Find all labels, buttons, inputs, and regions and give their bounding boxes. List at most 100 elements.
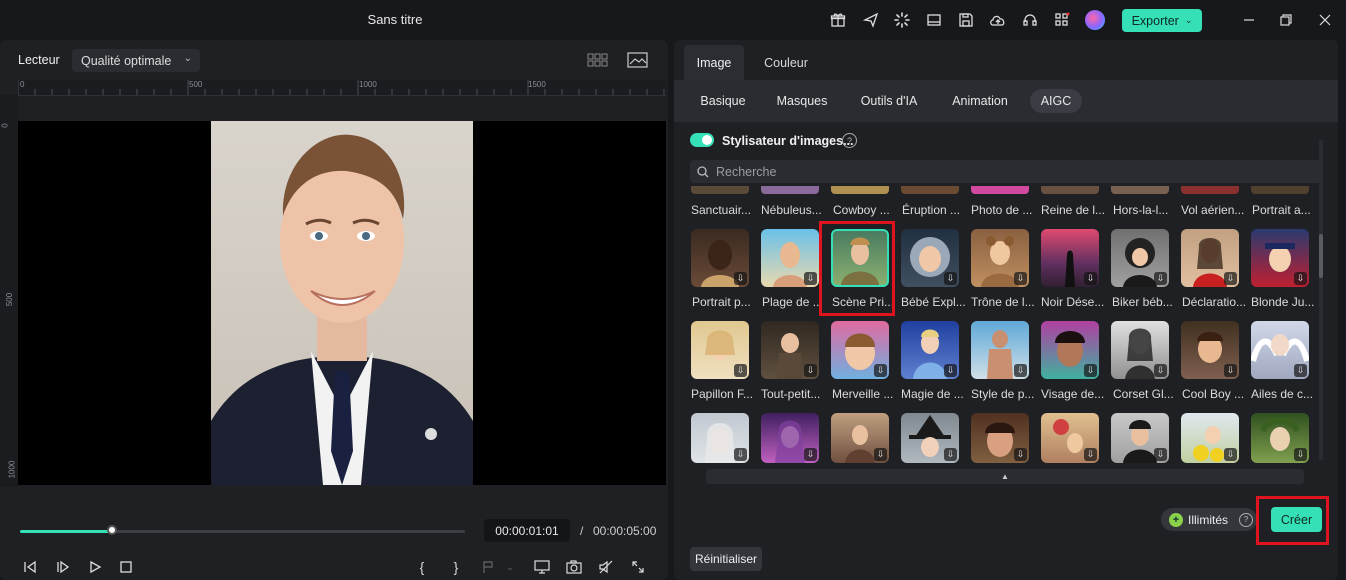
mute-icon[interactable] bbox=[596, 557, 616, 577]
apps-icon[interactable] bbox=[1052, 10, 1072, 30]
thumbnail-partial[interactable] bbox=[1041, 186, 1099, 194]
thumbnail-partial[interactable] bbox=[901, 186, 959, 194]
scrollbar-track[interactable] bbox=[1319, 140, 1323, 460]
style-thumbnail[interactable]: ⇩ bbox=[1111, 229, 1169, 287]
download-icon: ⇩ bbox=[1154, 448, 1167, 461]
player-label: Lecteur bbox=[18, 53, 60, 67]
thumbnail-partial[interactable] bbox=[1111, 186, 1169, 194]
headset-icon[interactable] bbox=[1020, 10, 1040, 30]
current-time[interactable]: 00:00:01:01 bbox=[484, 519, 570, 542]
credits-badge[interactable]: + Illimités ? bbox=[1161, 508, 1257, 531]
style-thumbnail[interactable]: ⇩ bbox=[971, 321, 1029, 379]
style-thumbnail[interactable]: ⇩ bbox=[831, 413, 889, 463]
chevron-down-icon[interactable]: ⌄ bbox=[500, 557, 520, 577]
download-icon: ⇩ bbox=[944, 448, 957, 461]
quality-dropdown[interactable]: Qualité optimale ⌄ bbox=[72, 49, 200, 72]
minimize-icon[interactable] bbox=[1236, 8, 1262, 32]
info-icon[interactable]: ? bbox=[842, 133, 857, 148]
mark-in-icon[interactable]: { bbox=[412, 557, 432, 577]
style-thumbnail[interactable]: ⇩ bbox=[971, 229, 1029, 287]
avatar-icon[interactable] bbox=[1085, 10, 1105, 30]
style-thumbnail[interactable]: ⇩ bbox=[901, 321, 959, 379]
send-icon[interactable] bbox=[861, 10, 881, 30]
scrollbar-thumb[interactable] bbox=[1319, 234, 1323, 278]
style-thumbnail[interactable]: ⇩ bbox=[1251, 321, 1309, 379]
stylizer-toggle[interactable] bbox=[690, 133, 714, 147]
style-label: Éruption ... bbox=[902, 203, 961, 217]
subtab-aigc[interactable]: AIGC bbox=[1030, 89, 1082, 113]
style-thumbnail[interactable]: ⇩ bbox=[1181, 321, 1239, 379]
style-thumbnail[interactable]: ⇩ bbox=[901, 229, 959, 287]
previous-frame-icon[interactable] bbox=[20, 557, 40, 577]
style-thumbnail[interactable]: ⇩ bbox=[1251, 413, 1309, 463]
thumbnail-partial[interactable] bbox=[691, 186, 749, 194]
thumbnail-partial[interactable] bbox=[971, 186, 1029, 194]
reset-button[interactable]: Réinitialiser bbox=[690, 547, 762, 571]
subtab-basique[interactable]: Basique bbox=[694, 89, 752, 113]
image-icon[interactable] bbox=[627, 52, 649, 68]
style-thumbnail[interactable]: ⇩ bbox=[1041, 413, 1099, 463]
tab-image[interactable]: Image bbox=[684, 45, 744, 80]
fullscreen-icon[interactable] bbox=[628, 557, 648, 577]
subtab-animation[interactable]: Animation bbox=[944, 89, 1016, 113]
style-thumbnail[interactable]: ⇩ bbox=[831, 321, 889, 379]
style-thumbnail[interactable]: ⇩ bbox=[761, 229, 819, 287]
camera-icon[interactable] bbox=[564, 557, 584, 577]
style-label: Biker béb... bbox=[1112, 295, 1173, 309]
snapshot-marker-icon[interactable] bbox=[478, 557, 498, 577]
style-thumbnail[interactable]: ⇩ bbox=[1111, 321, 1169, 379]
display-icon[interactable] bbox=[532, 557, 552, 577]
next-frame-icon[interactable] bbox=[53, 557, 73, 577]
gift-icon[interactable] bbox=[828, 10, 848, 30]
style-label: Blonde Ju... bbox=[1251, 295, 1315, 309]
layout-icon[interactable] bbox=[924, 10, 944, 30]
style-label: Tout-petit... bbox=[761, 387, 821, 401]
thumbnail-partial[interactable] bbox=[1181, 186, 1239, 194]
thumbnail-partial[interactable] bbox=[831, 186, 889, 194]
play-icon[interactable] bbox=[85, 557, 105, 577]
subtab-outils-ia[interactable]: Outils d'IA bbox=[853, 89, 925, 113]
style-thumbnail[interactable]: ⇩ bbox=[971, 413, 1029, 463]
tab-couleur[interactable]: Couleur bbox=[756, 45, 816, 80]
ruler-label: 0 bbox=[0, 123, 10, 128]
download-icon: ⇩ bbox=[944, 364, 957, 377]
style-thumbnail[interactable]: ⇩ bbox=[901, 413, 959, 463]
mark-out-icon[interactable]: } bbox=[446, 557, 466, 577]
style-thumbnail[interactable]: ⇩ bbox=[1111, 413, 1169, 463]
highlight-box-selected-style bbox=[819, 221, 895, 316]
info-icon[interactable]: ? bbox=[1239, 512, 1254, 527]
style-label: Hors-la-l... bbox=[1113, 203, 1169, 217]
cloud-upload-icon[interactable] bbox=[988, 10, 1008, 30]
subtab-masques[interactable]: Masques bbox=[770, 89, 834, 113]
stop-icon[interactable] bbox=[116, 557, 136, 577]
style-label: Nébuleus... bbox=[761, 203, 822, 217]
credits-label: Illimités bbox=[1188, 512, 1229, 527]
download-icon: ⇩ bbox=[804, 448, 817, 461]
style-thumbnail[interactable]: ⇩ bbox=[691, 413, 749, 463]
download-icon: ⇩ bbox=[1294, 364, 1307, 377]
grid-icon[interactable] bbox=[587, 52, 609, 68]
save-icon[interactable] bbox=[956, 10, 976, 30]
thumbnail-partial[interactable] bbox=[761, 186, 819, 194]
restore-icon[interactable] bbox=[1273, 8, 1299, 32]
download-icon: ⇩ bbox=[1014, 364, 1027, 377]
plus-icon: + bbox=[1169, 512, 1183, 527]
style-thumbnail[interactable]: ⇩ bbox=[761, 413, 819, 463]
style-thumbnail[interactable]: ⇩ bbox=[1181, 413, 1239, 463]
loading-icon[interactable] bbox=[892, 10, 912, 30]
style-label: Reine de l... bbox=[1041, 203, 1106, 217]
close-icon[interactable] bbox=[1312, 8, 1338, 32]
style-thumbnail[interactable]: ⇩ bbox=[1041, 229, 1099, 287]
style-thumbnail[interactable]: ⇩ bbox=[1251, 229, 1309, 287]
search-input[interactable]: Recherche bbox=[690, 160, 1322, 183]
style-thumbnail[interactable]: ⇩ bbox=[761, 321, 819, 379]
style-thumbnail[interactable]: ⇩ bbox=[1181, 229, 1239, 287]
thumbnail-partial[interactable] bbox=[1251, 186, 1309, 194]
export-button[interactable]: Exporter ⌄ bbox=[1122, 9, 1202, 32]
download-icon: ⇩ bbox=[1014, 272, 1027, 285]
ruler-label: 500 bbox=[189, 80, 203, 89]
collapse-button[interactable]: ▲ bbox=[706, 469, 1304, 484]
style-thumbnail[interactable]: ⇩ bbox=[691, 229, 749, 287]
style-thumbnail[interactable]: ⇩ bbox=[1041, 321, 1099, 379]
style-thumbnail[interactable]: ⇩ bbox=[691, 321, 749, 379]
